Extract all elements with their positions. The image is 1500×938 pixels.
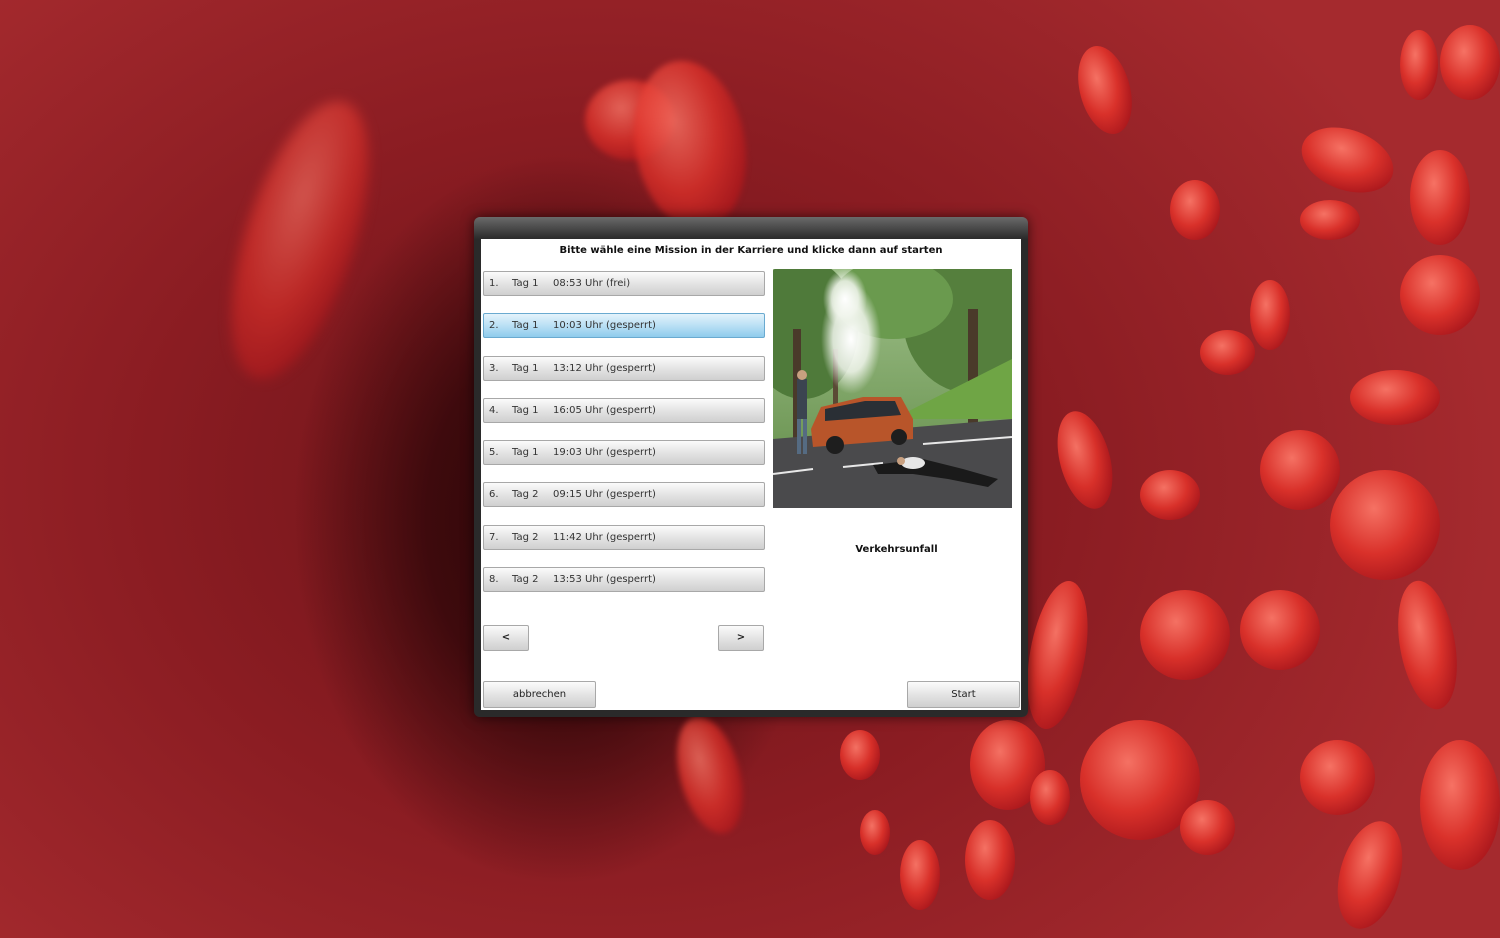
mission-number: 7. — [489, 531, 499, 543]
blood-cell — [1240, 590, 1320, 670]
mission-day: Tag 1 — [512, 362, 539, 374]
blood-cell — [1400, 30, 1438, 100]
mission-time: 13:12 Uhr (gesperrt) — [553, 362, 656, 374]
mission-number: 8. — [489, 574, 499, 586]
dialog-instruction: Bitte wähle eine Mission in der Karriere… — [559, 245, 943, 256]
mission-item[interactable]: 8. Tag 2 13:53 Uhr (gesperrt) — [483, 567, 765, 593]
blood-cell — [1140, 470, 1200, 520]
mission-day: Tag 1 — [512, 278, 539, 289]
mission-time: 08:53 Uhr (frei) — [553, 278, 631, 289]
mission-dialog: Bitte wähle eine Mission in der Karriere… — [474, 217, 1028, 717]
mission-list: 1. Tag 1 08:53 Uhr (frei) 2. Tag 1 10:03… — [483, 271, 765, 609]
mission-day: Tag 1 — [512, 320, 539, 332]
blood-cell — [1250, 280, 1290, 350]
blood-cell — [1170, 180, 1220, 240]
blood-cell — [621, 51, 759, 239]
blood-cell — [1047, 405, 1123, 515]
blood-cell — [1260, 430, 1340, 510]
mission-number: 5. — [489, 447, 499, 459]
mission-time: 09:15 Uhr (gesperrt) — [553, 489, 656, 501]
mission-number: 3. — [489, 362, 499, 374]
blood-cell — [1389, 576, 1466, 714]
mission-item[interactable]: 3. Tag 1 13:12 Uhr (gesperrt) — [483, 355, 765, 381]
blood-cell — [202, 85, 398, 395]
blood-cell — [900, 840, 940, 910]
mission-time: 19:03 Uhr (gesperrt) — [553, 447, 656, 459]
mission-time: 16:05 Uhr (gesperrt) — [553, 404, 656, 416]
mission-item[interactable]: 6. Tag 2 09:15 Uhr (gesperrt) — [483, 482, 765, 508]
mission-day: Tag 2 — [512, 574, 539, 586]
blood-cell — [1326, 814, 1414, 936]
blood-cell — [1420, 740, 1500, 870]
mission-day: Tag 2 — [512, 531, 539, 543]
cancel-button[interactable]: abbrechen — [483, 681, 596, 708]
mission-day: Tag 2 — [512, 489, 539, 501]
mission-item[interactable]: 5. Tag 1 19:03 Uhr (gesperrt) — [483, 440, 765, 466]
next-page-button[interactable]: > — [718, 625, 764, 651]
blood-cell — [1330, 470, 1440, 580]
mission-number: 1. — [489, 278, 499, 289]
blood-cell — [1350, 370, 1440, 425]
mission-preview-image — [773, 269, 1012, 508]
blood-cell — [1400, 255, 1480, 335]
mission-number: 6. — [489, 489, 499, 501]
dialog-panel: Bitte wähle eine Mission in der Karriere… — [481, 239, 1021, 710]
mission-number: 2. — [489, 320, 499, 332]
blood-cell — [1030, 770, 1070, 825]
blood-cell — [1200, 330, 1255, 375]
start-button[interactable]: Start — [907, 681, 1020, 708]
mission-time: 13:53 Uhr (gesperrt) — [553, 574, 656, 586]
mission-time: 11:42 Uhr (gesperrt) — [553, 531, 656, 543]
blood-cell — [665, 709, 755, 841]
blood-cell — [1140, 590, 1230, 680]
mission-time: 10:03 Uhr (gesperrt) — [553, 320, 656, 332]
mission-preview-caption: Verkehrsunfall — [855, 544, 938, 555]
accident-scene-illustration — [773, 269, 1012, 508]
blood-cell — [1292, 115, 1403, 205]
blood-cell — [840, 730, 880, 780]
mission-number: 4. — [489, 404, 499, 416]
blood-cell — [965, 820, 1015, 900]
blood-cell — [1180, 800, 1235, 855]
blood-cell — [1300, 740, 1375, 815]
blood-cell — [860, 810, 890, 855]
blood-cell — [1069, 40, 1141, 140]
mission-item-selected[interactable]: 2. Tag 1 10:03 Uhr (gesperrt) — [483, 313, 765, 339]
mission-day: Tag 1 — [512, 447, 539, 459]
prev-page-button[interactable]: < — [483, 625, 529, 651]
mission-item[interactable]: 1. Tag 1 08:53 Uhr (frei) — [483, 271, 765, 296]
mission-day: Tag 1 — [512, 404, 539, 416]
mission-item[interactable]: 7. Tag 2 11:42 Uhr (gesperrt) — [483, 524, 765, 550]
mission-item[interactable]: 4. Tag 1 16:05 Uhr (gesperrt) — [483, 397, 765, 423]
blood-cell — [1410, 150, 1470, 245]
blood-cell — [1440, 25, 1500, 100]
blood-cell — [1017, 576, 1098, 734]
blood-cell — [1300, 200, 1360, 240]
